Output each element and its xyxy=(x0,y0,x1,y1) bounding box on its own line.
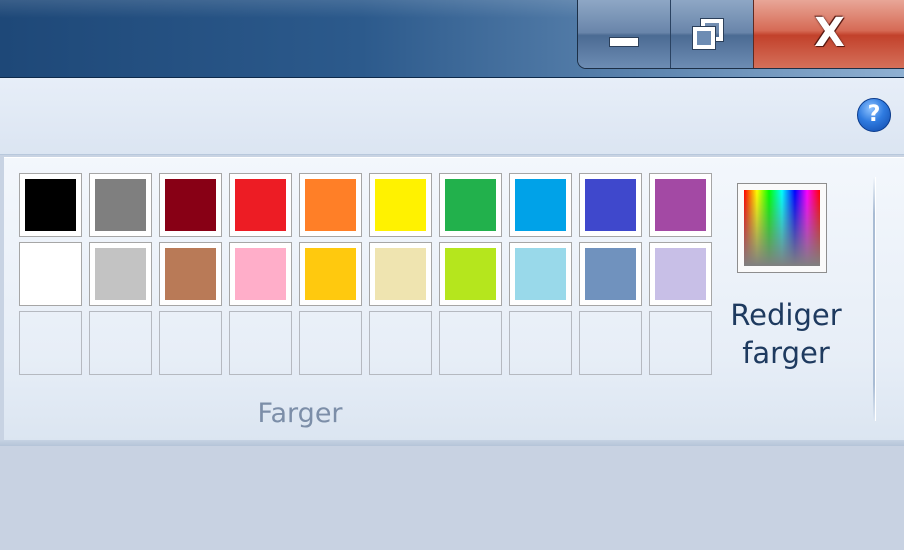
color-swatch-r2-1-fill xyxy=(25,248,76,300)
color-swatch-r2-1[interactable] xyxy=(19,242,82,306)
ribbon-tab-strip xyxy=(0,78,904,155)
color-swatch-r1-1[interactable] xyxy=(19,173,82,237)
close-button[interactable]: X xyxy=(754,0,904,68)
color-swatch-r2-9[interactable] xyxy=(579,242,642,306)
color-swatch-r2-4-fill xyxy=(235,248,286,300)
restore-button[interactable] xyxy=(671,0,754,68)
color-swatch-r2-3[interactable] xyxy=(159,242,222,306)
caption-buttons: X xyxy=(577,0,904,69)
custom-color-slot-7[interactable] xyxy=(439,311,502,375)
color-swatch-r2-3-fill xyxy=(165,248,216,300)
minimize-button[interactable] xyxy=(578,0,671,68)
color-palette xyxy=(19,173,712,375)
custom-color-slot-2[interactable] xyxy=(89,311,152,375)
color-swatch-r2-10[interactable] xyxy=(649,242,712,306)
custom-color-slot-6[interactable] xyxy=(369,311,432,375)
color-swatch-r1-10[interactable] xyxy=(649,173,712,237)
color-swatch-r2-7-fill xyxy=(445,248,496,300)
color-swatch-r1-9-fill xyxy=(585,179,636,231)
canvas-area xyxy=(0,446,904,550)
minimize-icon xyxy=(609,37,639,47)
color-swatch-r2-8-fill xyxy=(515,248,566,300)
color-swatch-r1-2[interactable] xyxy=(89,173,152,237)
color-swatch-r2-9-fill xyxy=(585,248,636,300)
color-swatch-r2-6-fill xyxy=(375,248,426,300)
edit-colors-button[interactable]: Rediger farger xyxy=(722,178,850,388)
custom-color-slot-4[interactable] xyxy=(229,311,292,375)
spectrum-gradient xyxy=(744,190,820,266)
color-swatch-r2-5-fill xyxy=(305,248,356,300)
color-swatch-r1-1-fill xyxy=(25,179,76,231)
color-swatch-r1-3-fill xyxy=(165,179,216,231)
colors-group-label: Farger xyxy=(257,398,343,429)
color-swatch-r1-5-fill xyxy=(305,179,356,231)
color-swatch-r1-4-fill xyxy=(235,179,286,231)
help-icon[interactable]: ? xyxy=(857,98,891,132)
custom-color-slot-1[interactable] xyxy=(19,311,82,375)
color-swatch-r2-7[interactable] xyxy=(439,242,502,306)
color-swatch-r1-8[interactable] xyxy=(509,173,572,237)
color-swatch-r1-4[interactable] xyxy=(229,173,292,237)
color-spectrum-icon xyxy=(737,183,827,273)
color-swatch-r2-2[interactable] xyxy=(89,242,152,306)
custom-color-slot-5[interactable] xyxy=(299,311,362,375)
edit-colors-label-line2: farger xyxy=(742,336,830,370)
color-swatch-r1-8-fill xyxy=(515,179,566,231)
custom-color-slot-8[interactable] xyxy=(509,311,572,375)
color-swatch-r2-2-fill xyxy=(95,248,146,300)
color-swatch-r1-5[interactable] xyxy=(299,173,362,237)
color-swatch-r1-9[interactable] xyxy=(579,173,642,237)
custom-color-slot-9[interactable] xyxy=(579,311,642,375)
color-swatch-r1-2-fill xyxy=(95,179,146,231)
edit-colors-label: Rediger farger xyxy=(722,296,850,372)
color-swatch-r1-10-fill xyxy=(655,179,706,231)
color-swatch-r2-6[interactable] xyxy=(369,242,432,306)
color-swatch-r2-4[interactable] xyxy=(229,242,292,306)
color-swatch-r2-5[interactable] xyxy=(299,242,362,306)
close-icon: X xyxy=(814,10,845,56)
color-swatch-r2-8[interactable] xyxy=(509,242,572,306)
group-separator xyxy=(873,177,876,421)
edit-colors-label-line1: Rediger xyxy=(730,298,842,332)
custom-color-slot-3[interactable] xyxy=(159,311,222,375)
restore-icon-front xyxy=(692,26,716,50)
color-swatch-r2-10-fill xyxy=(655,248,706,300)
color-swatch-r1-3[interactable] xyxy=(159,173,222,237)
color-swatch-r1-6-fill xyxy=(375,179,426,231)
color-swatch-r1-6[interactable] xyxy=(369,173,432,237)
color-swatch-r1-7-fill xyxy=(445,179,496,231)
custom-color-slot-10[interactable] xyxy=(649,311,712,375)
color-swatch-r1-7[interactable] xyxy=(439,173,502,237)
